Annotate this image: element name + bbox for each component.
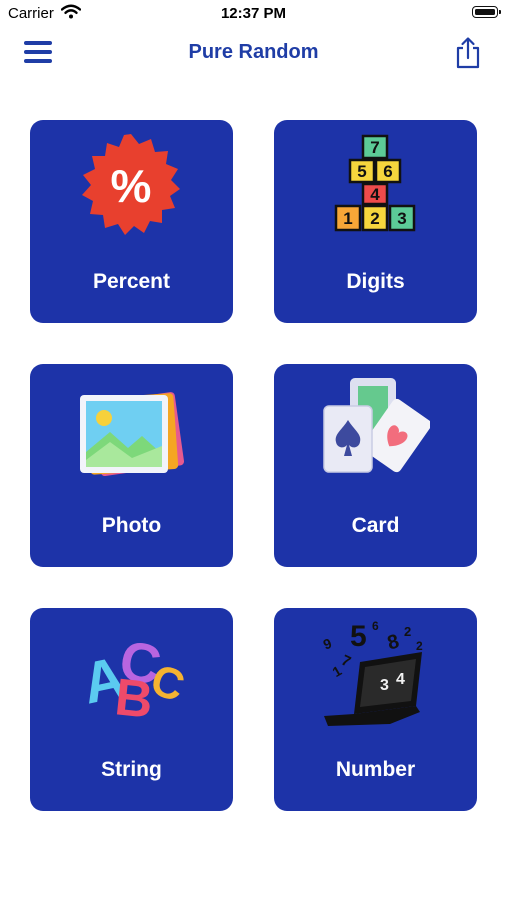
hopscotch-digits-icon: 7 5 6 4 1 2 3 xyxy=(334,134,416,232)
photo-stack-icon xyxy=(80,392,185,477)
tile-label: Digits xyxy=(346,270,405,293)
digit: 1 xyxy=(343,209,352,228)
tile-string[interactable]: C A B C String xyxy=(30,608,233,811)
tile-photo[interactable]: Photo xyxy=(30,364,233,567)
percent-symbol: % xyxy=(111,160,152,212)
digit: 7 xyxy=(370,138,379,157)
tile-label: Photo xyxy=(101,514,162,537)
number-glyph: 3 xyxy=(380,677,389,694)
number-glyph: 6 xyxy=(372,620,379,633)
abc-letters-icon: C A B C xyxy=(77,628,186,730)
digit: 3 xyxy=(397,209,406,228)
number-glyph: 8 xyxy=(385,630,401,654)
percent-badge-icon: % xyxy=(82,134,180,235)
tile-label: Number xyxy=(335,758,416,781)
laptop-numbers-icon: 5 3 8 2 1 4 9 7 6 2 xyxy=(321,620,423,726)
digit: 5 xyxy=(357,162,366,181)
digit: 6 xyxy=(383,162,392,181)
playing-cards-icon xyxy=(323,378,430,473)
number-glyph: 2 xyxy=(404,624,411,639)
tile-number[interactable]: 5 3 8 2 1 4 9 7 6 2 Number xyxy=(274,608,477,811)
digit: 2 xyxy=(370,209,379,228)
number-glyph: 5 xyxy=(350,620,367,653)
status-bar: Carrier 12:37 PM xyxy=(0,0,507,28)
tile-digits[interactable]: 7 5 6 4 1 2 3 Digits xyxy=(274,120,477,323)
battery-icon xyxy=(472,6,501,18)
tile-label: Card xyxy=(351,514,400,537)
tile-card[interactable]: Card xyxy=(274,364,477,567)
page-title: Pure Random xyxy=(188,41,319,63)
tile-label: String xyxy=(101,758,162,781)
number-glyph: 4 xyxy=(396,671,405,688)
number-glyph: 9 xyxy=(321,635,334,653)
tile-percent[interactable]: % Percent xyxy=(30,120,233,323)
navigation-bar: Pure Random xyxy=(0,28,507,76)
number-glyph: 7 xyxy=(339,652,354,671)
share-icon[interactable] xyxy=(454,36,482,70)
digit: 4 xyxy=(370,185,380,204)
status-time: 12:37 PM xyxy=(220,5,287,22)
number-glyph: 2 xyxy=(416,639,423,653)
tile-label: Percent xyxy=(92,270,171,293)
